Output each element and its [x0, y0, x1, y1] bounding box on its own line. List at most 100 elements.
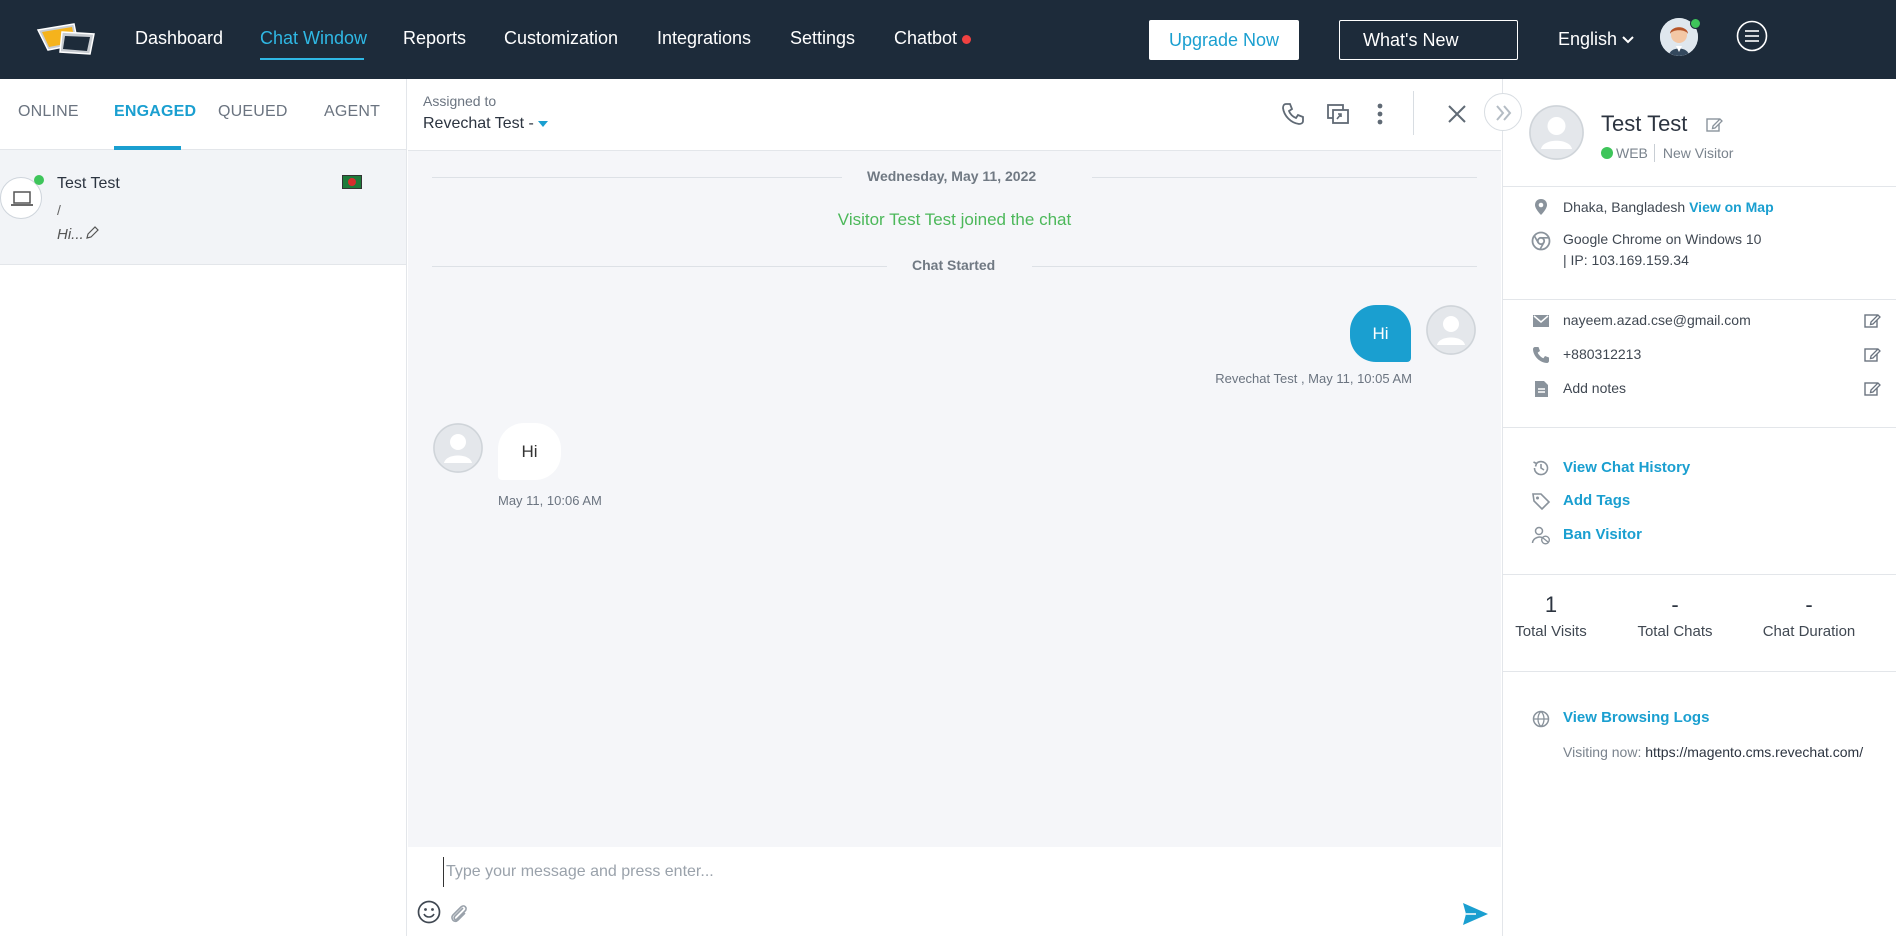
- visitor-email: nayeem.azad.cse@gmail.com: [1563, 312, 1751, 328]
- section-divider: [1503, 671, 1896, 672]
- separator-line-left: [432, 266, 887, 267]
- history-icon: [1533, 460, 1549, 476]
- section-divider: [1503, 299, 1896, 300]
- caret-down-icon: [537, 120, 548, 127]
- expand-panel-button[interactable]: [1484, 93, 1522, 131]
- chat-duration-label: Chat Duration: [1762, 623, 1856, 640]
- ban-user-icon: [1531, 526, 1550, 545]
- date-separator-text: Wednesday, May 11, 2022: [867, 168, 1037, 184]
- nav-chatbot[interactable]: Chatbot: [894, 28, 972, 49]
- tab-online[interactable]: ONLINE: [18, 103, 79, 121]
- conversation-subtitle: /: [57, 202, 61, 218]
- user-silhouette-icon: [1426, 305, 1476, 355]
- location-pin-icon: [1535, 199, 1547, 215]
- edit-name-icon[interactable]: [1705, 116, 1723, 134]
- user-silhouette-icon: [433, 423, 483, 473]
- section-divider: [1503, 574, 1896, 575]
- visitor-status-line: WEB New Visitor: [1601, 144, 1733, 162]
- visitor-name: Test Test: [1601, 111, 1688, 136]
- language-label: English: [1558, 29, 1618, 49]
- language-selector[interactable]: English: [1558, 29, 1635, 50]
- tab-agent[interactable]: AGENT: [324, 103, 380, 121]
- send-icon[interactable]: [1460, 899, 1490, 929]
- edit-email-icon[interactable]: [1863, 312, 1881, 330]
- edit-notes-icon[interactable]: [1863, 380, 1881, 398]
- online-status-dot: [1601, 147, 1613, 159]
- hamburger-menu-icon[interactable]: [1736, 20, 1768, 52]
- view-browsing-logs-link[interactable]: View Browsing Logs: [1563, 709, 1709, 726]
- upgrade-now-button[interactable]: Upgrade Now: [1149, 20, 1299, 60]
- view-chat-history-link[interactable]: View Chat History: [1563, 459, 1690, 476]
- message-composer: [408, 847, 1501, 936]
- visitor-phone: +880312213: [1563, 346, 1642, 362]
- total-chats-value: -: [1671, 592, 1679, 617]
- date-separator: Wednesday, May 11, 2022: [432, 166, 1477, 188]
- browsing-logs-icon: [1532, 710, 1550, 728]
- total-visits-value: 1: [1544, 592, 1558, 617]
- attachment-icon[interactable]: [446, 900, 472, 926]
- conversation-tabs: ONLINE ENGAGED QUEUED AGENT: [0, 79, 407, 150]
- visitor-message-bubble: Hi: [498, 423, 561, 480]
- edit-phone-icon[interactable]: [1863, 346, 1881, 364]
- whats-new-button[interactable]: What's New: [1339, 20, 1518, 60]
- separator-line-right: [1092, 177, 1477, 178]
- visitor-browser: Google Chrome on Windows 10: [1563, 231, 1762, 247]
- assigned-agent-name: Revechat Test -: [423, 115, 534, 132]
- phone-call-icon[interactable]: [1279, 100, 1307, 128]
- assigned-agent-dropdown[interactable]: Revechat Test -: [423, 115, 548, 133]
- chrome-browser-icon: [1531, 231, 1551, 251]
- nav-dashboard[interactable]: Dashboard: [135, 28, 223, 49]
- visitor-online-dot: [34, 175, 44, 185]
- visitor-location: Dhaka, Bangladesh View on Map: [1563, 199, 1774, 215]
- section-divider: [1503, 427, 1896, 428]
- double-chevron-right-icon: [1496, 105, 1512, 121]
- chat-duration-value: -: [1805, 592, 1813, 617]
- close-chat-icon[interactable]: [1443, 100, 1471, 128]
- revechat-logo[interactable]: [34, 22, 98, 58]
- add-notes-label[interactable]: Add notes: [1563, 380, 1626, 396]
- nav-active-underline: [260, 58, 364, 60]
- message-input[interactable]: [443, 857, 1423, 887]
- visitor-avatar: [433, 423, 483, 473]
- nav-reports[interactable]: Reports: [403, 28, 466, 49]
- header-divider: [1413, 91, 1414, 135]
- conversation-visitor-name: Test Test: [57, 175, 120, 192]
- email-icon: [1533, 315, 1549, 327]
- view-on-map-link[interactable]: View on Map: [1689, 199, 1774, 215]
- assigned-to-label: Assigned to: [423, 93, 497, 109]
- visitor-joined-notice: Visitor Test Test joined the chat: [837, 210, 1072, 229]
- visitor-message-meta: May 11, 10:06 AM: [498, 493, 602, 508]
- chat-started-text: Chat Started: [912, 257, 996, 273]
- notes-icon: [1535, 381, 1548, 397]
- chat-panel: Assigned to Revechat Test - Wednesday, M…: [408, 79, 1522, 936]
- visitor-type: New Visitor: [1662, 145, 1734, 161]
- visiting-url-link[interactable]: https://magento.cms.revechat.com/: [1645, 744, 1863, 760]
- visitor-ip: | IP: 103.169.159.34: [1563, 252, 1689, 268]
- chatbot-notification-dot: [962, 34, 972, 44]
- online-status-dot: [1690, 18, 1701, 29]
- separator-line-right: [1032, 266, 1477, 267]
- transfer-chat-icon[interactable]: [1324, 100, 1352, 128]
- visitor-channel: WEB: [1616, 145, 1648, 161]
- visiting-now-line: Visiting now: https://magento.cms.revech…: [1563, 744, 1878, 760]
- conversation-item[interactable]: Test Test / Hi...: [0, 150, 406, 265]
- nav-settings[interactable]: Settings: [790, 28, 855, 49]
- user-silhouette-icon: [1529, 105, 1584, 160]
- agent-message-bubble: Hi: [1350, 305, 1411, 362]
- conversation-list-panel: ONLINE ENGAGED QUEUED AGENT Test Test / …: [0, 79, 407, 936]
- visitor-info-panel: Test Test WEB New Visitor Dhaka, Banglade…: [1502, 79, 1896, 936]
- emoji-icon[interactable]: [416, 899, 442, 925]
- nav-chat-window[interactable]: Chat Window: [260, 28, 367, 49]
- tab-queued[interactable]: QUEUED: [218, 103, 288, 121]
- phone-icon: [1533, 347, 1549, 363]
- nav-customization[interactable]: Customization: [504, 28, 618, 49]
- add-tags-link[interactable]: Add Tags: [1563, 492, 1630, 509]
- conversation-last-message: Hi...: [57, 225, 100, 243]
- section-divider: [1503, 186, 1896, 187]
- more-options-icon[interactable]: [1366, 100, 1394, 128]
- status-separator: [1653, 144, 1655, 162]
- ban-visitor-link[interactable]: Ban Visitor: [1563, 526, 1642, 543]
- top-navigation-bar: Dashboard Chat Window Reports Customizat…: [0, 0, 1896, 79]
- nav-integrations[interactable]: Integrations: [657, 28, 751, 49]
- tab-engaged[interactable]: ENGAGED: [114, 103, 196, 121]
